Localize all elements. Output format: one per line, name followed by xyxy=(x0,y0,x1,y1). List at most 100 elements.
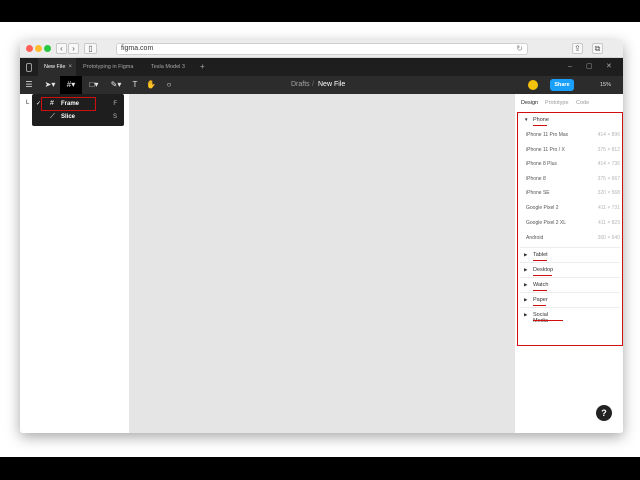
preset-item[interactable]: iPhone 11 Pro / X 375 × 812 xyxy=(526,147,620,153)
preset-size: 414 × 896 xyxy=(597,132,620,138)
annotation-underline xyxy=(533,125,547,126)
tab-tesla[interactable]: Tesla Model 3 xyxy=(145,58,197,76)
preset-item[interactable]: Android 360 × 640 xyxy=(526,235,620,241)
figma-tab-bar: New File × Prototyping in Figma Tesla Mo… xyxy=(20,58,623,76)
section-label: Tablet xyxy=(533,252,548,258)
back-button[interactable]: ‹ xyxy=(56,43,67,54)
frame-icon: # xyxy=(50,100,54,107)
tab-code[interactable]: Code xyxy=(576,100,589,106)
avatar[interactable] xyxy=(528,80,538,90)
tab-prototyping[interactable]: Prototyping in Figma xyxy=(77,58,145,76)
url-text: figma.com xyxy=(121,45,154,52)
text-tool-icon[interactable]: T xyxy=(128,76,142,94)
reload-icon[interactable]: ↻ xyxy=(516,44,523,53)
menu-item-label: Slice xyxy=(61,114,76,120)
zoom-level[interactable]: 15% xyxy=(600,76,611,94)
caret-right-icon: ▶ xyxy=(524,282,528,287)
preset-name: Google Pixel 2 xyxy=(526,205,559,211)
preset-size: 360 × 640 xyxy=(597,235,620,241)
minimize-window-icon[interactable] xyxy=(35,45,42,52)
address-bar[interactable]: figma.com ↻ xyxy=(116,43,528,55)
shape-tool-icon[interactable]: □▾ xyxy=(84,76,104,94)
fullscreen-window-icon[interactable] xyxy=(44,45,51,52)
figma-toolbar: ☰ ➤▾ #▾ □▾ ✎▾ T ✋ ○ Drafts / New File Sh… xyxy=(20,76,623,94)
preset-size: 375 × 812 xyxy=(597,147,620,153)
tabs-overview-icon[interactable]: ⧉ xyxy=(592,43,603,54)
preset-name: iPhone 11 Pro Max xyxy=(526,132,569,138)
preset-size: 411 × 731 xyxy=(597,205,620,211)
tab-prototype[interactable]: Prototype xyxy=(545,100,569,106)
menu-item-label: Frame xyxy=(61,101,80,107)
menu-item-frame[interactable]: ✓ # Frame F xyxy=(32,97,124,111)
divider xyxy=(520,277,620,278)
close-window-icon[interactable] xyxy=(26,45,33,52)
preset-size: 320 × 568 xyxy=(597,190,620,196)
tab-new-file[interactable]: New File × xyxy=(38,58,76,76)
shortcut-key: F xyxy=(113,101,117,107)
caret-right-icon: ▶ xyxy=(524,252,528,257)
preset-size: 375 × 667 xyxy=(597,176,620,182)
caret-down-icon: ▼ xyxy=(524,117,529,122)
preset-name: Android xyxy=(526,235,544,241)
browser-window: ‹ › ▯ figma.com ↻ ⇪ ⧉ New File × Prototy… xyxy=(20,40,623,433)
forward-button[interactable]: › xyxy=(68,43,79,54)
minimize-icon[interactable]: – xyxy=(568,58,572,76)
close-icon[interactable]: ✕ xyxy=(606,58,612,76)
tab-label: Prototyping in Figma xyxy=(83,64,134,70)
frame-tool-dropdown: ✓ # Frame F ⟋ Slice S xyxy=(32,94,124,126)
menu-icon[interactable]: ☰ xyxy=(22,76,36,94)
divider xyxy=(520,247,620,248)
sidebar-toggle-icon[interactable]: ▯ xyxy=(84,43,97,54)
top-letterbox xyxy=(0,0,640,22)
frame-tool-icon[interactable]: #▾ xyxy=(60,76,82,94)
caret-right-icon: ▶ xyxy=(524,312,528,317)
preset-item[interactable]: iPhone 8 375 × 667 xyxy=(526,176,620,182)
divider xyxy=(520,292,620,293)
comment-tool-icon[interactable]: ○ xyxy=(162,76,176,94)
preset-item[interactable]: iPhone 11 Pro Max 414 × 896 xyxy=(526,132,620,138)
hand-tool-icon[interactable]: ✋ xyxy=(144,76,158,94)
preset-name: iPhone 8 Plus xyxy=(526,161,557,167)
preset-size: 414 × 736 xyxy=(597,161,620,167)
tab-label: Tesla Model 3 xyxy=(151,64,185,70)
maximize-icon[interactable]: ▢ xyxy=(586,58,593,76)
preset-name: iPhone 11 Pro / X xyxy=(526,147,565,153)
preset-item[interactable]: iPhone 8 Plus 414 × 736 xyxy=(526,161,620,167)
preset-item[interactable]: Google Pixel 2 411 × 731 xyxy=(526,205,620,211)
section-label: Social Media xyxy=(533,312,548,324)
section-label: Desktop xyxy=(533,267,554,273)
section-label: Watch xyxy=(533,282,549,288)
properties-panel: Design Prototype Code ▼ Phone iPhone 11 … xyxy=(514,94,623,433)
menu-item-slice[interactable]: ⟋ Slice S xyxy=(32,111,124,123)
pen-tool-icon[interactable]: ✎▾ xyxy=(106,76,126,94)
breadcrumb-separator: / xyxy=(312,81,314,88)
breadcrumb-file[interactable]: New File xyxy=(318,76,345,94)
help-button[interactable]: ? xyxy=(596,405,612,421)
shortcut-key: S xyxy=(112,114,117,120)
section-label: Paper xyxy=(533,297,548,303)
layers-panel: L xyxy=(20,94,130,433)
annotation-underline xyxy=(533,260,547,261)
slice-icon: ⟋ xyxy=(50,113,55,120)
tab-design[interactable]: Design xyxy=(521,100,538,106)
share-sheet-icon[interactable]: ⇪ xyxy=(572,43,583,54)
caret-right-icon: ▶ xyxy=(524,267,528,272)
annotation-underline xyxy=(533,305,546,306)
breadcrumb-folder[interactable]: Drafts xyxy=(291,76,310,94)
divider xyxy=(520,262,620,263)
new-tab-icon[interactable]: + xyxy=(200,58,205,76)
preset-name: iPhone SE xyxy=(526,190,550,196)
preset-item[interactable]: Google Pixel 2 XL 411 × 823 xyxy=(526,220,620,226)
canvas[interactable] xyxy=(130,94,514,433)
figma-logo-icon[interactable] xyxy=(26,63,32,72)
preset-name: iPhone 8 xyxy=(526,176,546,182)
preset-item[interactable]: iPhone SE 320 × 568 xyxy=(526,190,620,196)
close-tab-icon[interactable]: × xyxy=(68,58,72,76)
divider xyxy=(520,307,620,308)
move-tool-icon[interactable]: ➤▾ xyxy=(40,76,60,94)
annotation-underline xyxy=(533,290,547,291)
caret-right-icon: ▶ xyxy=(524,297,528,302)
layers-hint: L xyxy=(26,100,30,106)
share-button[interactable]: Share xyxy=(550,79,574,91)
annotation-underline xyxy=(533,320,563,321)
